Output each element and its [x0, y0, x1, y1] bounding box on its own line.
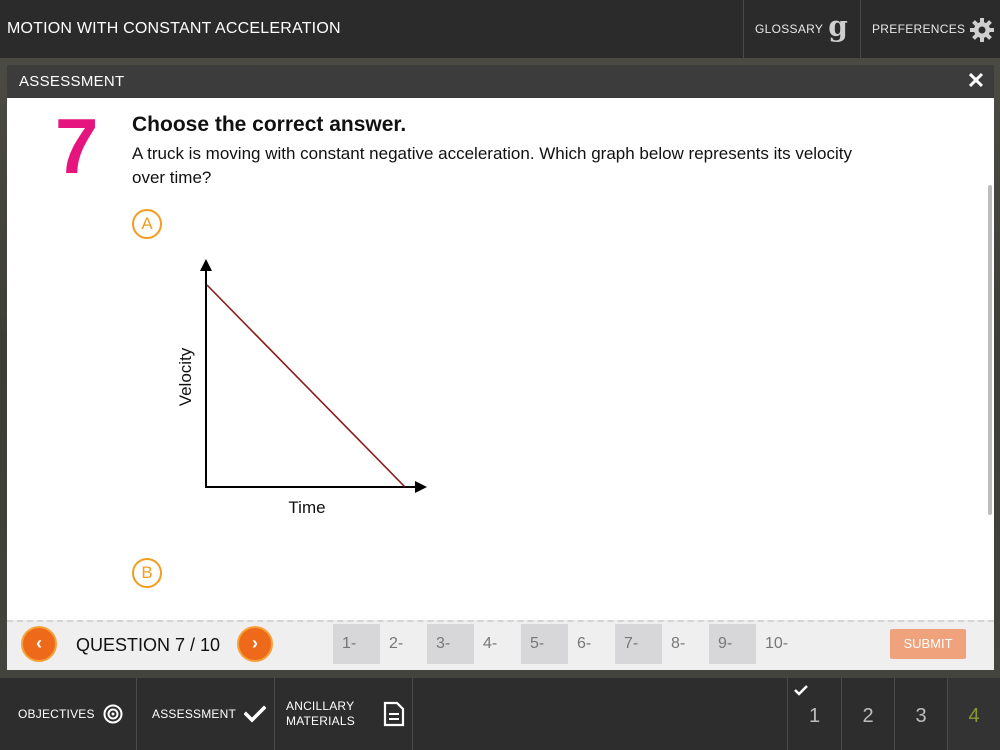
assessment-button[interactable]: ASSESSMENT — [137, 678, 275, 750]
question-link-7[interactable]: 7- — [615, 624, 662, 664]
ancillary-label-line1: ANCILLARY — [286, 699, 355, 713]
modal-header: ASSESSMENT ✕ — [7, 65, 994, 98]
ancillary-label-line2: MATERIALS — [286, 714, 355, 728]
question-link-2[interactable]: 2- — [380, 624, 427, 664]
y-axis-arrow — [200, 259, 212, 271]
modal-title: ASSESSMENT — [19, 73, 125, 90]
next-question-button[interactable]: › — [237, 626, 273, 662]
glossary-icon: g — [828, 9, 849, 43]
question-link-4[interactable]: 4- — [474, 624, 521, 664]
glossary-button[interactable]: GLOSSARY g — [743, 0, 860, 58]
preferences-label: PREFERENCES — [872, 22, 966, 36]
page-tab-3[interactable]: 3 — [894, 678, 947, 750]
previous-question-button[interactable]: ‹ — [21, 626, 57, 662]
glossary-label: GLOSSARY — [755, 22, 824, 36]
submit-button[interactable]: SUBMIT — [890, 629, 966, 659]
page-tab-2[interactable]: 2 — [841, 678, 894, 750]
x-axis-label: Time — [288, 498, 325, 517]
gear-icon — [970, 18, 995, 42]
completed-check-icon — [794, 685, 808, 696]
assessment-modal: ASSESSMENT ✕ 7 Choose the correct answer… — [7, 65, 994, 670]
page-tab-4[interactable]: 4 — [947, 678, 1000, 750]
ancillary-materials-button[interactable]: ANCILLARY MATERIALS — [275, 678, 413, 750]
target-icon — [103, 704, 123, 724]
preferences-button[interactable]: PREFERENCES — [860, 0, 1000, 58]
top-bar: MOTION WITH CONSTANT ACCELERATION GLOSSA… — [0, 0, 1000, 58]
question-link-10[interactable]: 10- — [756, 624, 803, 664]
question-counter: QUESTION 7 / 10 — [76, 635, 221, 655]
question-text: A truck is moving with constant negative… — [132, 144, 853, 187]
document-icon — [383, 701, 405, 727]
assessment-label: ASSESSMENT — [152, 707, 237, 721]
check-icon — [244, 705, 267, 723]
question-link-3[interactable]: 3- — [427, 624, 474, 664]
question-link-1[interactable]: 1- — [333, 624, 380, 664]
ancillary-materials-label: ANCILLARY MATERIALS — [286, 699, 355, 729]
question-nav-bar: ‹ QUESTION 7 / 10 › 1- 2- 3- 4- 5- 6- 7-… — [7, 620, 994, 670]
question-link-8[interactable]: 8- — [662, 624, 709, 664]
option-a-button[interactable]: A — [132, 209, 162, 239]
app-title: MOTION WITH CONSTANT ACCELERATION — [7, 20, 341, 37]
y-axis-label: Velocity — [176, 347, 195, 406]
question-link-5[interactable]: 5- — [521, 624, 568, 664]
question-heading: Choose the correct answer. — [132, 113, 407, 136]
page-tab-1[interactable]: 1 — [787, 678, 841, 750]
question-link-9[interactable]: 9- — [709, 624, 756, 664]
scrollbar[interactable] — [988, 185, 992, 515]
velocity-time-graph: Velocity Time — [176, 259, 427, 517]
question-link-6[interactable]: 6- — [568, 624, 615, 664]
objectives-button[interactable]: OBJECTIVES — [0, 678, 137, 750]
bottom-bar: OBJECTIVES ASSESSMENT ANCILLARY MATERIAL… — [0, 678, 1000, 750]
velocity-line — [206, 284, 406, 488]
question-number: 7 — [55, 102, 99, 190]
objectives-label: OBJECTIVES — [18, 707, 95, 721]
option-b-button[interactable]: B — [132, 558, 162, 588]
close-icon[interactable]: ✕ — [964, 68, 988, 93]
page-tab-1-label: 1 — [808, 705, 821, 727]
x-axis-arrow — [415, 481, 427, 493]
